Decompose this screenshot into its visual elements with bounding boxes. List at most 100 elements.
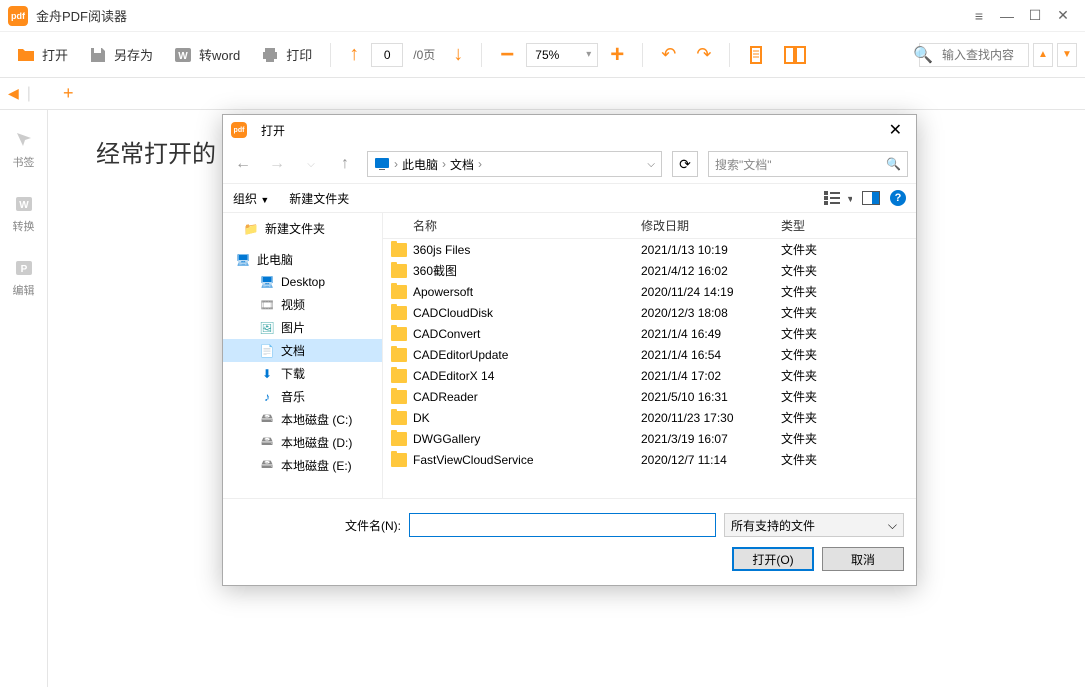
filename-input[interactable] bbox=[409, 513, 716, 537]
sidebar-convert[interactable]: W 转换 bbox=[13, 194, 35, 234]
up-arrow-button[interactable]: ↑ bbox=[341, 37, 367, 72]
file-row[interactable]: CADEditorX 142021/1/4 17:02文件夹 bbox=[383, 365, 916, 386]
file-row[interactable]: Apowersoft2020/11/24 14:19文件夹 bbox=[383, 281, 916, 302]
nav-up-button[interactable]: ↑ bbox=[333, 152, 357, 176]
folder-icon bbox=[391, 390, 407, 404]
file-row[interactable]: CADReader2021/5/10 16:31文件夹 bbox=[383, 386, 916, 407]
file-list-panel: 名称 修改日期 类型 360js Files2021/1/13 10:19文件夹… bbox=[383, 213, 916, 498]
tree-this-pc[interactable]: 🖥此电脑 bbox=[223, 248, 382, 271]
bookmark-icon bbox=[14, 130, 34, 150]
breadcrumb-dropdown-icon[interactable]: ⌵ bbox=[647, 159, 655, 170]
file-type-filter[interactable]: 所有支持的文件 bbox=[724, 513, 904, 537]
tree-drive-e[interactable]: 🖴本地磁盘 (E:) bbox=[223, 454, 382, 477]
folder-icon bbox=[391, 285, 407, 299]
new-folder-button[interactable]: 新建文件夹 bbox=[289, 190, 349, 207]
preview-pane-button[interactable] bbox=[862, 191, 880, 205]
double-page-button[interactable] bbox=[776, 40, 814, 70]
file-list-header: 名称 修改日期 类型 bbox=[383, 213, 916, 239]
search-next-button[interactable]: ▼ bbox=[1057, 43, 1077, 67]
minimize-button[interactable]: — bbox=[993, 2, 1021, 30]
page-number-input[interactable] bbox=[371, 43, 403, 67]
dialog-toolbar: 组织 ▼ 新建文件夹 ▼ ? bbox=[223, 183, 916, 213]
folder-icon bbox=[391, 348, 407, 362]
sidebar-edit[interactable]: P 编辑 bbox=[13, 258, 35, 298]
print-button[interactable]: 打印 bbox=[252, 39, 320, 71]
print-icon bbox=[260, 45, 280, 65]
breadcrumb[interactable]: › 此电脑 › 文档 › ⌵ bbox=[367, 151, 662, 177]
tree-drive-d[interactable]: 🖴本地磁盘 (D:) bbox=[223, 431, 382, 454]
app-title: 金舟PDF阅读器 bbox=[36, 6, 127, 25]
file-row[interactable]: CADConvert2021/1/4 16:49文件夹 bbox=[383, 323, 916, 344]
save-as-label: 另存为 bbox=[114, 45, 153, 64]
col-date-header[interactable]: 修改日期 bbox=[641, 217, 781, 234]
file-row[interactable]: DK2020/11/23 17:30文件夹 bbox=[383, 407, 916, 428]
file-row[interactable]: 360截图2021/4/12 16:02文件夹 bbox=[383, 260, 916, 281]
file-row[interactable]: CADEditorUpdate2021/1/4 16:54文件夹 bbox=[383, 344, 916, 365]
dialog-title: 打开 bbox=[261, 122, 285, 139]
tab-back-icon[interactable]: ◀ bbox=[8, 85, 19, 102]
col-name-header[interactable]: 名称 bbox=[391, 217, 641, 234]
view-mode-button[interactable]: ▼ bbox=[824, 190, 852, 206]
tree-desktop[interactable]: 🖥Desktop bbox=[223, 271, 382, 293]
tree-new-folder[interactable]: 📁新建文件夹 bbox=[223, 217, 382, 240]
zoom-in-button[interactable]: + bbox=[602, 35, 632, 75]
search-input[interactable] bbox=[919, 43, 1029, 67]
folder-icon bbox=[391, 327, 407, 341]
tree-documents[interactable]: 📄文档 bbox=[223, 339, 382, 362]
print-label: 打印 bbox=[286, 45, 312, 64]
svg-text:P: P bbox=[20, 264, 27, 275]
search-prev-button[interactable]: ▲ bbox=[1033, 43, 1053, 67]
nav-history-button[interactable]: ⌵ bbox=[299, 152, 323, 176]
refresh-button[interactable]: ⟳ bbox=[672, 151, 698, 177]
search-icon: 🔍 bbox=[907, 45, 933, 65]
to-word-button[interactable]: W 转word bbox=[165, 39, 248, 71]
open-label: 打开 bbox=[42, 45, 68, 64]
tree-drive-c[interactable]: 🖴本地磁盘 (C:) bbox=[223, 408, 382, 431]
tree-pictures[interactable]: 🖼图片 bbox=[223, 316, 382, 339]
close-button[interactable]: ✕ bbox=[1049, 2, 1077, 30]
svg-text:W: W bbox=[178, 51, 188, 62]
file-row[interactable]: FastViewCloudService2020/12/7 11:14文件夹 bbox=[383, 449, 916, 470]
folder-icon bbox=[391, 264, 407, 278]
zoom-select[interactable]: 75% bbox=[526, 43, 598, 67]
single-page-button[interactable] bbox=[740, 40, 772, 70]
folder-icon bbox=[391, 369, 407, 383]
tree-music[interactable]: ♪音乐 bbox=[223, 385, 382, 408]
rotate-right-button[interactable]: ↷ bbox=[688, 38, 719, 71]
pc-icon bbox=[374, 156, 390, 172]
save-as-button[interactable]: 另存为 bbox=[80, 39, 161, 71]
page-total: /0页 bbox=[407, 46, 441, 63]
tree-downloads[interactable]: ⬇下载 bbox=[223, 362, 382, 385]
zoom-out-button[interactable]: − bbox=[492, 35, 522, 75]
file-row[interactable]: DWGGallery2021/3/19 16:07文件夹 bbox=[383, 428, 916, 449]
dialog-cancel-button[interactable]: 取消 bbox=[822, 547, 904, 571]
menu-icon[interactable]: ≡ bbox=[965, 2, 993, 30]
col-type-header[interactable]: 类型 bbox=[781, 217, 908, 234]
toolbar: 打开 另存为 W 转word 打印 ↑ /0页 ↓ − 75% + ↶ ↷ 🔍 … bbox=[0, 32, 1085, 78]
rotate-left-button[interactable]: ↶ bbox=[653, 38, 684, 71]
maximize-button[interactable]: ☐ bbox=[1021, 2, 1049, 30]
sidebar-convert-label: 转换 bbox=[13, 218, 35, 234]
nav-back-button[interactable]: ← bbox=[231, 152, 255, 176]
dialog-open-button[interactable]: 打开(O) bbox=[732, 547, 814, 571]
open-button[interactable]: 打开 bbox=[8, 39, 76, 71]
file-list: 360js Files2021/1/13 10:19文件夹360截图2021/4… bbox=[383, 239, 916, 498]
breadcrumb-pc[interactable]: 此电脑 bbox=[402, 156, 438, 173]
breadcrumb-docs[interactable]: 文档 bbox=[450, 156, 474, 173]
organize-button[interactable]: 组织 ▼ bbox=[233, 190, 269, 207]
filename-label: 文件名(N): bbox=[235, 517, 401, 534]
dialog-close-button[interactable]: ✕ bbox=[883, 120, 908, 140]
sidebar-edit-label: 编辑 bbox=[13, 282, 35, 298]
tree-videos[interactable]: 🎞视频 bbox=[223, 293, 382, 316]
dialog-app-icon: pdf bbox=[231, 122, 247, 138]
sidebar-bookmark[interactable]: 书签 bbox=[13, 130, 35, 170]
new-tab-button[interactable]: + bbox=[63, 83, 74, 104]
folder-open-icon bbox=[16, 45, 36, 65]
to-word-label: 转word bbox=[199, 45, 240, 64]
file-row[interactable]: 360js Files2021/1/13 10:19文件夹 bbox=[383, 239, 916, 260]
help-icon[interactable]: ? bbox=[890, 190, 906, 206]
nav-forward-button[interactable]: → bbox=[265, 152, 289, 176]
dialog-search-input[interactable]: 搜索"文档" 🔍 bbox=[708, 151, 908, 177]
file-row[interactable]: CADCloudDisk2020/12/3 18:08文件夹 bbox=[383, 302, 916, 323]
down-arrow-button[interactable]: ↓ bbox=[445, 37, 471, 72]
